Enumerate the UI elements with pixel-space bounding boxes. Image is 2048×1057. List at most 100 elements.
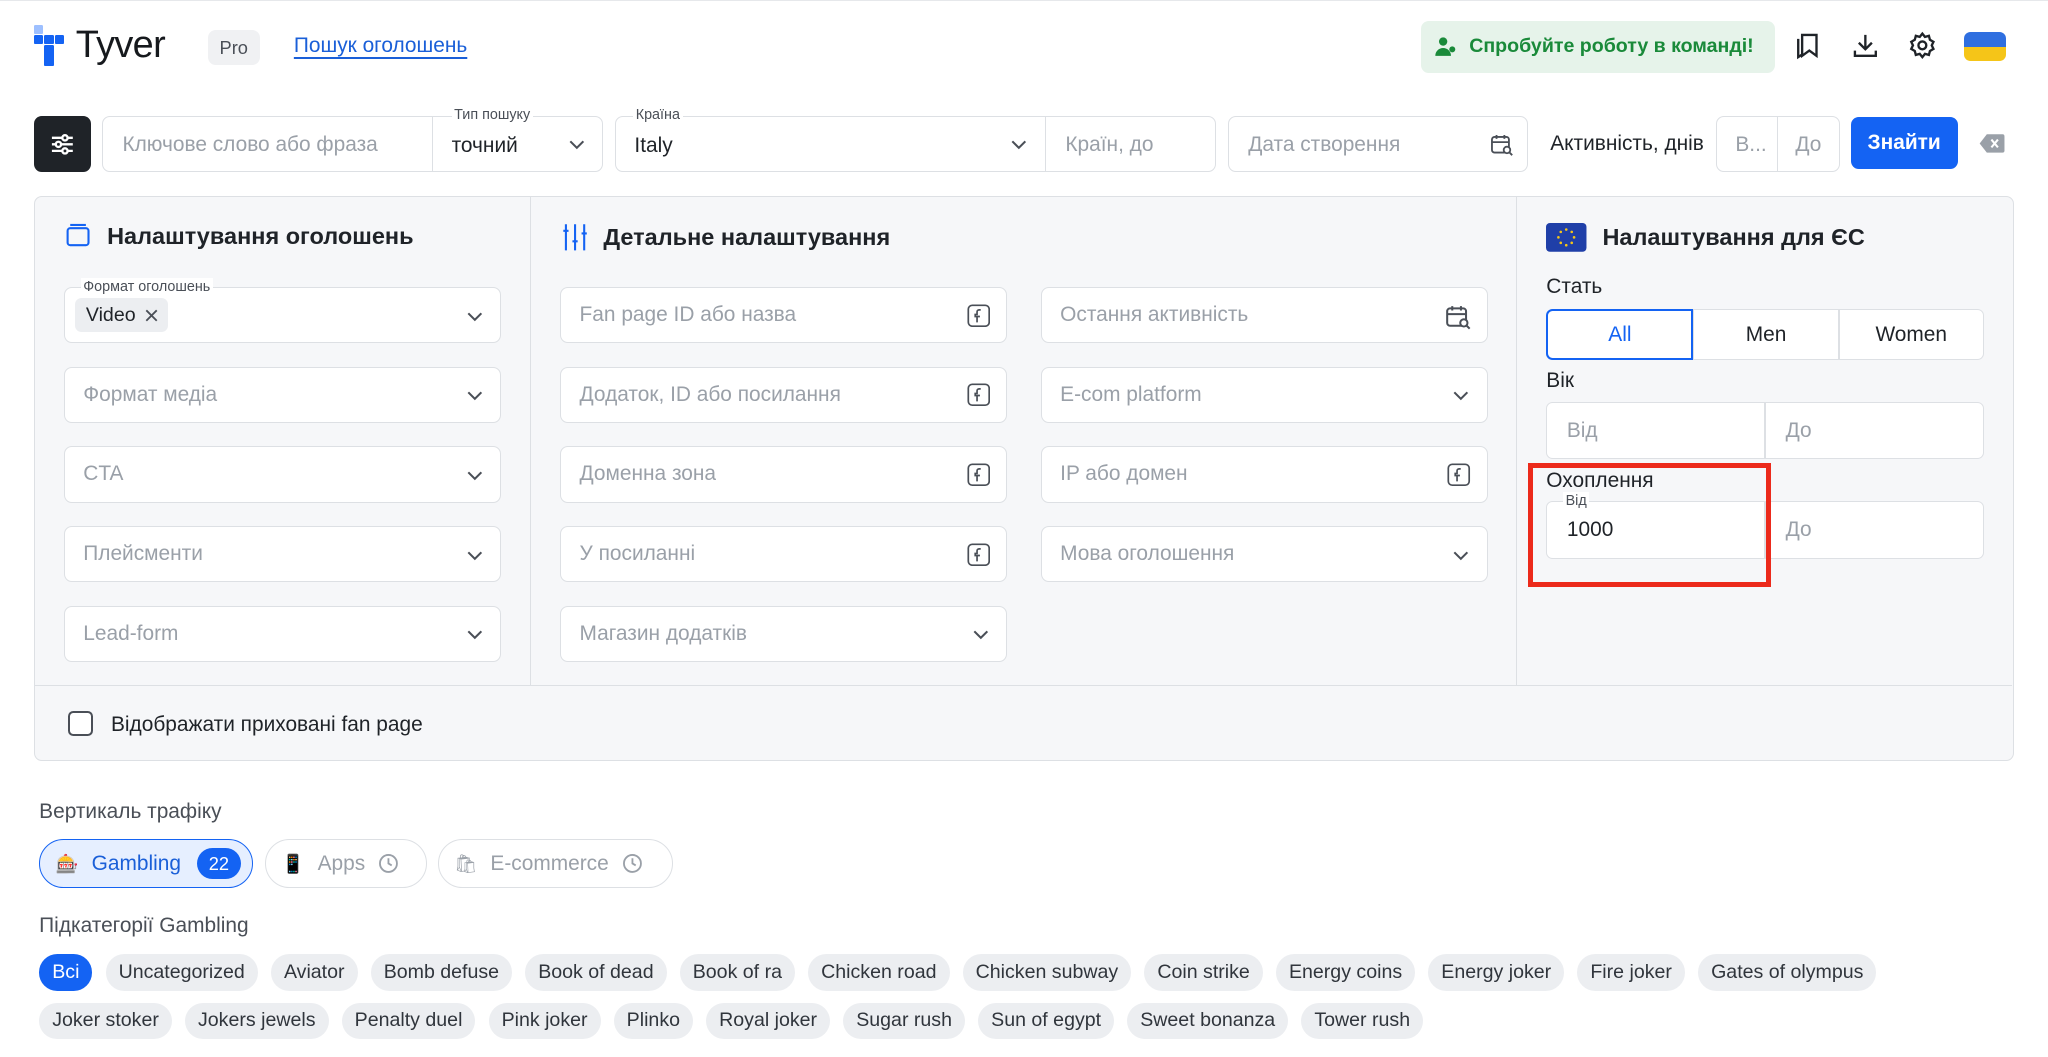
age-label: Вік (1546, 369, 1574, 393)
search-type-value: точний (451, 133, 518, 157)
clear-search-icon[interactable] (1979, 133, 2005, 154)
country-select[interactable]: Країна Italy (615, 106, 1047, 173)
vertical-ecommerce[interactable]: 🛍 E-commerce (437, 839, 673, 888)
ukraine-flag-icon[interactable] (1964, 32, 2006, 62)
app-store-placeholder: Магазин додатків (579, 621, 747, 645)
fan-page-id-input[interactable]: Fan page ID або назва (560, 287, 1007, 344)
domain-zone-placeholder: Доменна зона (579, 462, 717, 486)
last-activity-input[interactable]: Остання активність (1040, 287, 1488, 344)
gender-option-all[interactable]: All (1546, 309, 1694, 361)
age-range: Від До (1546, 401, 1984, 460)
subcategory-tag[interactable]: Bomb defuse (370, 954, 513, 991)
subcategory-tag[interactable]: Всі (39, 954, 93, 991)
subcategory-tag[interactable]: Pink joker (488, 1002, 601, 1040)
placements-select[interactable]: Плейсменти (63, 526, 502, 583)
activity-from-input[interactable]: В... (1716, 115, 1779, 173)
app-id-input[interactable]: Додаток, ID або посилання (560, 366, 1007, 423)
countries-to-placeholder: Країн, до (1065, 132, 1154, 156)
subcategory-tag[interactable]: Jokers jewels (184, 1002, 329, 1040)
cta-select[interactable]: CTA (63, 446, 502, 503)
filters-toggle-button[interactable] (33, 115, 92, 173)
in-link-input[interactable]: У посиланні (560, 526, 1007, 583)
subcategory-tag[interactable]: Gates of olympus (1698, 954, 1877, 991)
chevron-down-icon (467, 391, 483, 401)
chevron-down-icon (467, 471, 483, 481)
subcategory-tag[interactable]: Energy coins (1275, 954, 1416, 991)
vertical-gambling[interactable]: 🎰 Gambling 22 (39, 839, 254, 888)
created-date-input[interactable]: Дата створення (1227, 115, 1528, 173)
subcategory-tag[interactable]: Joker stoker (39, 1002, 172, 1040)
subcategory-tag[interactable]: Sweet bonanza (1127, 1002, 1289, 1040)
nav-ad-search-link[interactable]: Пошук оголошень (294, 34, 467, 58)
keyword-input[interactable]: Ключове слово або фраза (101, 115, 434, 173)
domain-zone-input[interactable]: Доменна зона (560, 446, 1007, 503)
subcategory-tag[interactable]: Penalty duel (341, 1002, 476, 1040)
reach-to-input[interactable]: До (1765, 501, 1984, 559)
subcategory-tag[interactable]: Coin strike (1144, 954, 1263, 991)
calendar-search-icon (1490, 134, 1513, 156)
subcategory-tag[interactable]: Chicken road (808, 954, 950, 991)
chevron-down-icon (467, 312, 483, 321)
slot-machine-icon: 🎰 (55, 852, 79, 874)
ad-language-select[interactable]: Мова оголошення (1040, 526, 1488, 583)
try-team-button[interactable]: Спробуйте роботу в команді! (1420, 20, 1775, 73)
ad-settings-title: Налаштування оголошень (65, 223, 414, 250)
ad-format-label: Формат оголошень (80, 277, 213, 296)
hidden-fanpage-checkbox[interactable] (67, 711, 93, 737)
media-format-select[interactable]: Формат медіа (63, 366, 502, 423)
subcategory-tag[interactable]: Chicken subway (962, 954, 1132, 991)
ad-format-select[interactable]: Формат оголошень Video (63, 277, 502, 344)
search-type-select[interactable]: Тип пошуку точний (432, 106, 604, 173)
subcategory-tag[interactable]: Sun of egypt (978, 1002, 1115, 1040)
gambling-count-badge: 22 (196, 847, 242, 880)
gender-option-women[interactable]: Women (1838, 309, 1984, 361)
country-value: Italy (634, 133, 673, 157)
facebook-icon (967, 543, 990, 566)
format-chip-video[interactable]: Video (75, 298, 169, 333)
gender-segmented-control: All Men Women (1546, 309, 1984, 361)
age-from-input[interactable]: Від (1546, 401, 1766, 460)
eu-settings-title: Налаштування для ЄС (1546, 223, 1865, 252)
created-date-placeholder: Дата створення (1248, 132, 1401, 156)
country-label: Країна (633, 106, 683, 125)
ecom-platform-select[interactable]: E-com platform (1040, 366, 1488, 423)
top-header: Tyver Pro Пошук оголошень Спробуйте робо… (0, 1, 2048, 94)
subcategory-tag[interactable]: Book of ra (679, 954, 796, 991)
subcategory-tag[interactable]: Book of dead (525, 954, 667, 991)
activity-to-input[interactable]: До (1777, 115, 1841, 173)
subcategory-tag[interactable]: Plinko (613, 1002, 694, 1040)
find-button[interactable]: Знайти (1850, 117, 1958, 170)
traffic-vertical-heading: Вертикаль трафіку (39, 800, 222, 824)
gender-option-men[interactable]: Men (1693, 309, 1839, 361)
brand-logo[interactable]: Tyver (33, 24, 166, 67)
countries-to-input[interactable]: Країн, до (1044, 115, 1216, 173)
subcategory-list: Всі Uncategorized Aviator Bomb defuse Bo… (39, 954, 2011, 1051)
chevron-down-icon (1011, 140, 1026, 150)
app-store-select[interactable]: Магазин додатків (560, 605, 1007, 662)
lead-form-select[interactable]: Lead-form (63, 605, 502, 662)
team-user-icon (1434, 35, 1458, 59)
age-to-input[interactable]: До (1765, 401, 1984, 460)
subcategory-tag[interactable]: Fire joker (1577, 954, 1685, 991)
subcategory-tag[interactable]: Tower rush (1301, 1002, 1424, 1040)
chevron-down-icon (1453, 551, 1469, 560)
fan-page-id-placeholder: Fan page ID або назва (579, 303, 797, 327)
download-icon[interactable] (1849, 30, 1880, 61)
phone-icon: 📱 (281, 852, 305, 874)
subcategory-tag[interactable]: Uncategorized (105, 954, 258, 991)
bookmark-icon[interactable] (1792, 30, 1823, 61)
sliders-icon (52, 133, 74, 155)
placements-placeholder: Плейсменти (83, 542, 203, 566)
vertical-apps[interactable]: 📱 Apps (265, 839, 428, 888)
gear-icon[interactable] (1907, 30, 1938, 61)
subcategory-tag[interactable]: Aviator (270, 954, 358, 991)
search-type-label: Тип пошуку (451, 106, 533, 125)
clock-icon (622, 853, 643, 874)
ip-domain-input[interactable]: IP або домен (1040, 446, 1488, 503)
close-icon[interactable] (145, 309, 158, 322)
subcategory-tag[interactable]: Sugar rush (843, 1002, 966, 1040)
clock-icon (378, 853, 399, 874)
subcategory-tag[interactable]: Royal joker (706, 1002, 831, 1040)
lead-form-placeholder: Lead-form (83, 621, 179, 645)
subcategory-tag[interactable]: Energy joker (1428, 954, 1565, 991)
